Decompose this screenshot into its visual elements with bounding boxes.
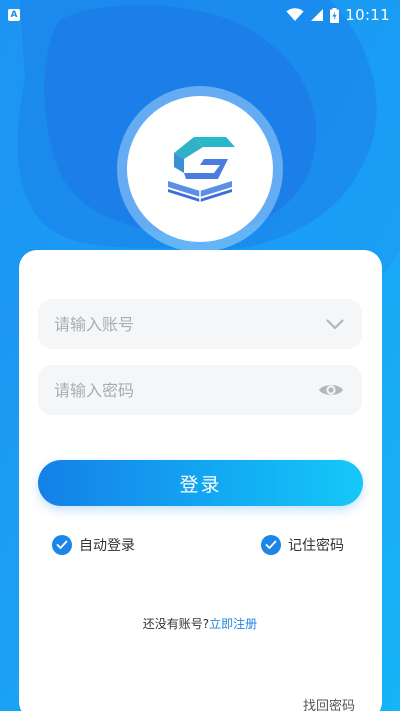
forgot-password-link[interactable]: 找回密码 <box>303 695 355 711</box>
chevron-down-icon[interactable] <box>326 318 344 330</box>
remember-password-checkbox[interactable]: 记住密码 <box>261 535 344 555</box>
cellular-signal-icon <box>311 9 324 21</box>
checkmark-icon[interactable] <box>52 535 72 555</box>
register-prompt: 还没有账号? <box>142 617 210 631</box>
remember-password-label: 记住密码 <box>288 538 344 554</box>
book-logo-icon <box>168 137 235 202</box>
register-link[interactable]: 立即注册 <box>209 617 257 631</box>
status-time: 10:11 <box>345 6 390 24</box>
password-input[interactable] <box>54 380 274 400</box>
app-logo <box>127 96 273 242</box>
login-button[interactable]: 登录 <box>38 460 363 506</box>
account-field[interactable] <box>38 299 362 349</box>
status-bar: A 10:11 <box>0 0 400 30</box>
eye-icon[interactable] <box>318 382 344 398</box>
register-prompt-row: 还没有账号?立即注册 <box>0 615 400 632</box>
battery-charging-icon <box>330 7 340 23</box>
password-field[interactable] <box>38 365 362 415</box>
app-notification-icon: A <box>8 9 20 21</box>
auto-login-checkbox[interactable]: 自动登录 <box>52 535 135 555</box>
auto-login-label: 自动登录 <box>79 538 135 554</box>
account-input[interactable] <box>54 314 274 334</box>
wifi-icon <box>286 8 304 21</box>
checkmark-icon[interactable] <box>261 535 281 555</box>
